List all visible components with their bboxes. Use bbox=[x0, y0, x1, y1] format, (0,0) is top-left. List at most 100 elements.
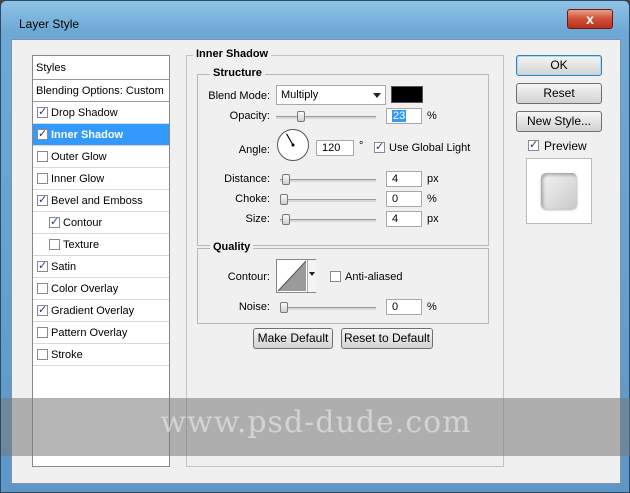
angle-label: Angle: bbox=[238, 144, 270, 156]
style-item[interactable]: Drop Shadow bbox=[33, 102, 169, 124]
style-item[interactable]: Inner Shadow bbox=[33, 124, 169, 146]
preview-label: Preview bbox=[544, 139, 587, 153]
reset-to-default-button[interactable]: Reset to Default bbox=[341, 328, 433, 349]
structure-group: Structure Blend Mode: Multiply Opacity: … bbox=[197, 67, 489, 246]
contour-label: Contour: bbox=[227, 271, 270, 283]
preview-checkbox[interactable] bbox=[528, 138, 539, 151]
blending-options-item[interactable]: Blending Options: Custom bbox=[33, 80, 169, 102]
preview-swatch bbox=[541, 173, 577, 209]
window-frame: Layer Style x Styles Blending Options: C… bbox=[0, 0, 630, 493]
window-title: Layer Style bbox=[19, 17, 80, 31]
anti-aliased-label: Anti-aliased bbox=[345, 271, 403, 283]
noise-input[interactable]: 0 bbox=[386, 299, 422, 315]
style-item-checkbox[interactable] bbox=[37, 193, 48, 206]
style-item-checkbox[interactable] bbox=[37, 259, 48, 272]
distance-slider-thumb[interactable] bbox=[281, 174, 290, 185]
use-global-light-label: Use Global Light bbox=[389, 142, 471, 154]
distance-input[interactable]: 4 bbox=[386, 171, 422, 187]
shadow-color-swatch[interactable] bbox=[391, 86, 423, 103]
distance-label: Distance: bbox=[224, 173, 270, 185]
style-item[interactable]: Stroke bbox=[33, 344, 169, 366]
close-button[interactable]: x bbox=[567, 9, 613, 29]
style-item-checkbox[interactable] bbox=[37, 127, 48, 140]
noise-unit: % bbox=[427, 301, 437, 313]
distance-unit: px bbox=[427, 173, 439, 185]
opacity-unit: % bbox=[427, 110, 437, 122]
size-slider-thumb[interactable] bbox=[281, 214, 290, 225]
style-item-label: Pattern Overlay bbox=[51, 327, 128, 339]
style-item-checkbox[interactable] bbox=[49, 239, 60, 250]
size-slider-track[interactable] bbox=[280, 219, 376, 222]
contour-picker[interactable] bbox=[276, 259, 316, 293]
make-default-button[interactable]: Make Default bbox=[253, 328, 333, 349]
contour-preview-icon bbox=[277, 260, 307, 292]
contour-dropdown-button[interactable] bbox=[307, 260, 316, 292]
chevron-down-icon bbox=[309, 272, 315, 276]
chevron-down-icon bbox=[373, 93, 381, 98]
opacity-label: Opacity: bbox=[229, 110, 270, 122]
style-item-checkbox[interactable] bbox=[37, 349, 48, 360]
style-item-checkbox[interactable] bbox=[37, 283, 48, 294]
style-item-label: Color Overlay bbox=[51, 283, 119, 295]
angle-dial[interactable] bbox=[276, 128, 310, 162]
ok-button[interactable]: OK bbox=[516, 55, 602, 76]
preview-thumbnail bbox=[526, 158, 592, 224]
size-label: Size: bbox=[245, 213, 270, 225]
style-item-label: Drop Shadow bbox=[51, 107, 118, 119]
quality-title: Quality bbox=[210, 241, 254, 253]
noise-slider-track[interactable] bbox=[280, 307, 376, 310]
styles-header[interactable]: Styles bbox=[33, 56, 169, 80]
style-item[interactable]: Bevel and Emboss bbox=[33, 190, 169, 212]
angle-unit: ° bbox=[359, 140, 364, 152]
style-item[interactable]: Outer Glow bbox=[33, 146, 169, 168]
inner-shadow-title: Inner Shadow bbox=[193, 48, 272, 60]
watermark-text: www.psd-dude.com bbox=[160, 405, 472, 440]
style-item-label: Stroke bbox=[51, 349, 83, 361]
style-item-label: Outer Glow bbox=[51, 151, 107, 163]
blend-mode-value: Multiply bbox=[281, 89, 319, 101]
choke-slider-track[interactable] bbox=[280, 199, 376, 202]
anti-aliased-checkbox[interactable] bbox=[330, 271, 341, 282]
choke-slider-thumb[interactable] bbox=[280, 194, 288, 205]
opacity-input[interactable]: 23 bbox=[386, 108, 422, 124]
choke-label: Choke: bbox=[235, 193, 270, 205]
style-item-checkbox[interactable] bbox=[37, 173, 48, 184]
size-input[interactable]: 4 bbox=[386, 211, 422, 227]
style-item-checkbox[interactable] bbox=[37, 151, 48, 162]
style-item-label: Gradient Overlay bbox=[51, 305, 135, 317]
style-item-label: Inner Shadow bbox=[51, 129, 124, 141]
style-item[interactable]: Satin bbox=[33, 256, 169, 278]
style-item[interactable]: Pattern Overlay bbox=[33, 322, 169, 344]
blend-mode-label: Blend Mode: bbox=[208, 90, 270, 102]
noise-label: Noise: bbox=[238, 301, 270, 313]
opacity-slider-thumb[interactable] bbox=[297, 111, 306, 122]
style-item-checkbox[interactable] bbox=[37, 303, 48, 316]
style-item-checkbox[interactable] bbox=[37, 105, 48, 118]
distance-slider-track[interactable] bbox=[280, 179, 376, 182]
quality-group: Quality Contour: Anti-aliased Noise: 0 % bbox=[197, 241, 489, 324]
choke-input[interactable]: 0 bbox=[386, 191, 422, 207]
style-item-checkbox[interactable] bbox=[37, 327, 48, 338]
opacity-value: 23 bbox=[392, 110, 407, 122]
style-item[interactable]: Color Overlay bbox=[33, 278, 169, 300]
close-icon: x bbox=[586, 11, 594, 27]
new-style-button[interactable]: New Style... bbox=[516, 111, 602, 132]
style-item[interactable]: Gradient Overlay bbox=[33, 300, 169, 322]
style-item[interactable]: Inner Glow bbox=[33, 168, 169, 190]
opacity-slider-track[interactable] bbox=[276, 116, 376, 119]
style-item-label: Bevel and Emboss bbox=[51, 195, 143, 207]
style-item-checkbox[interactable] bbox=[49, 215, 60, 228]
style-item-label: Texture bbox=[63, 239, 100, 251]
structure-title: Structure bbox=[210, 67, 265, 79]
style-item-label: Satin bbox=[51, 261, 77, 273]
size-unit: px bbox=[427, 213, 439, 225]
choke-unit: % bbox=[427, 193, 437, 205]
noise-slider-thumb[interactable] bbox=[280, 302, 288, 313]
style-item[interactable]: Texture bbox=[33, 234, 169, 256]
reset-button[interactable]: Reset bbox=[516, 83, 602, 104]
style-item[interactable]: Contour bbox=[33, 212, 169, 234]
style-item-label: Contour bbox=[63, 217, 103, 229]
angle-input[interactable]: 120 bbox=[316, 140, 354, 156]
use-global-light-checkbox[interactable] bbox=[374, 140, 385, 153]
blend-mode-select[interactable]: Multiply bbox=[276, 85, 386, 105]
